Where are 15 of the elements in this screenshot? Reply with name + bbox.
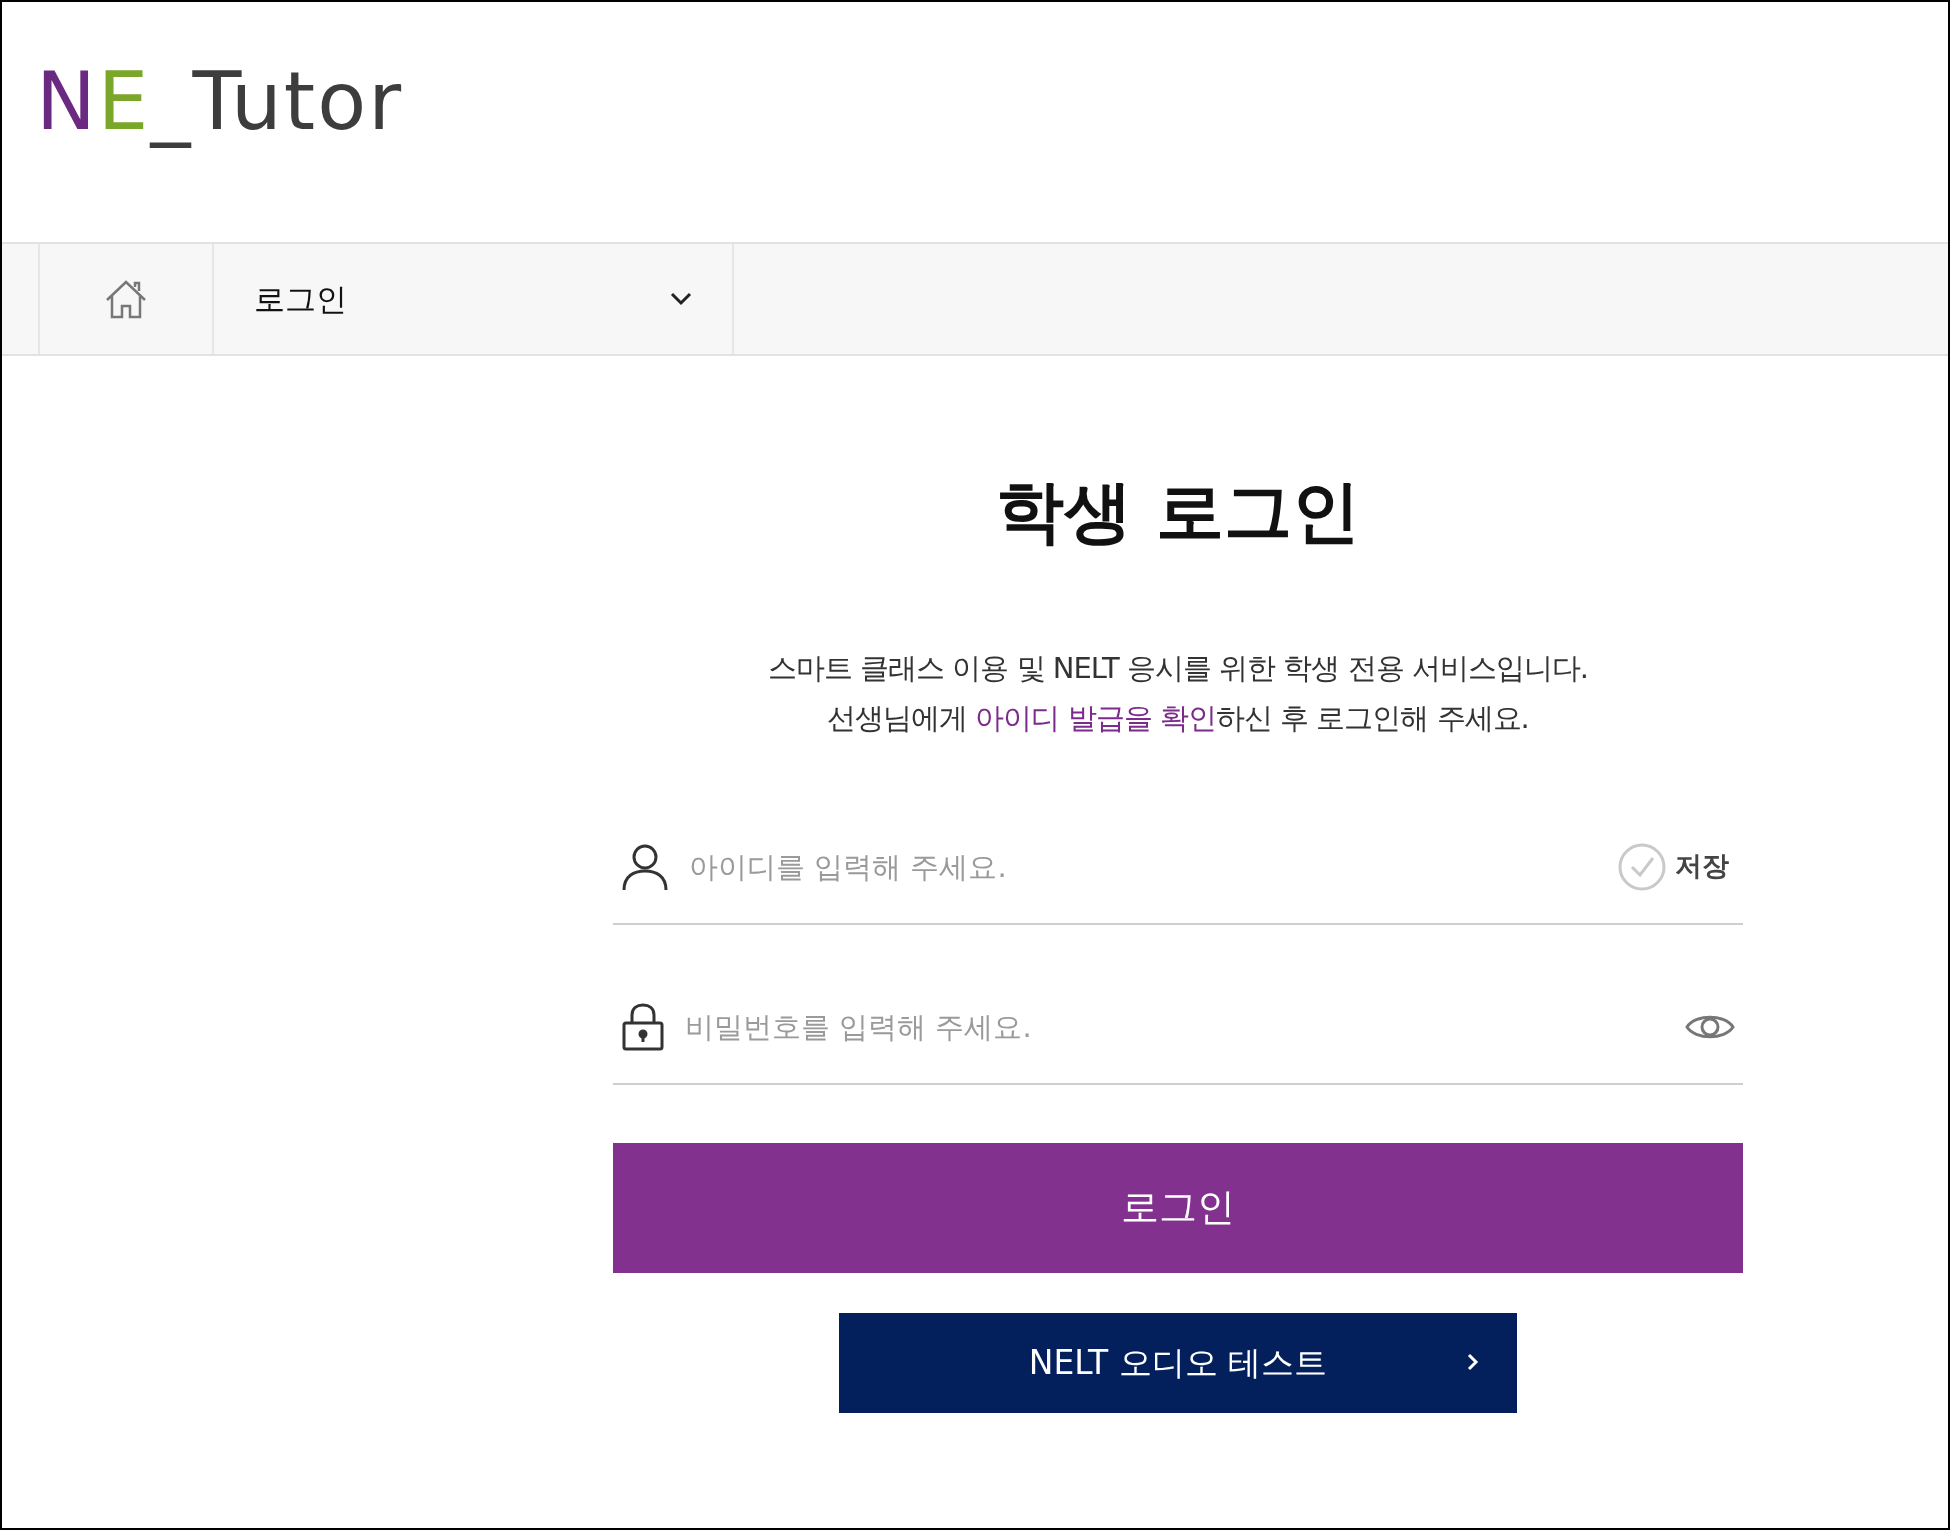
chevron-down-icon [670,292,692,306]
check-circle-icon [1617,841,1667,892]
description-text: 스마트 클래스 이용 및 NELT 응시를 위한 학생 전용 서비스입니다. [767,649,1589,687]
logo[interactable]: NE_Tutor [36,50,404,154]
id-issue-link[interactable]: 아이디 발급을 확인 [975,700,1216,735]
login-button[interactable]: 로그인 [613,1142,1743,1273]
id-input[interactable]: 아이디를 입력해 주세요. [669,836,1611,897]
save-id-checkbox[interactable]: 저장 [1611,840,1735,893]
home-icon [104,278,148,320]
password-input[interactable]: 비밀번호를 입력해 주세요. [665,996,1685,1057]
description-text: 선생님에게 아이디 발급을 확인하신 후 로그인해 주세요. [826,699,1530,737]
audio-test-button[interactable]: NELT 오디오 테스트 [839,1312,1517,1413]
page-title: 학생 로그인 [996,471,1360,553]
chevron-right-icon [1467,1352,1479,1371]
padlock-icon [621,1002,665,1051]
